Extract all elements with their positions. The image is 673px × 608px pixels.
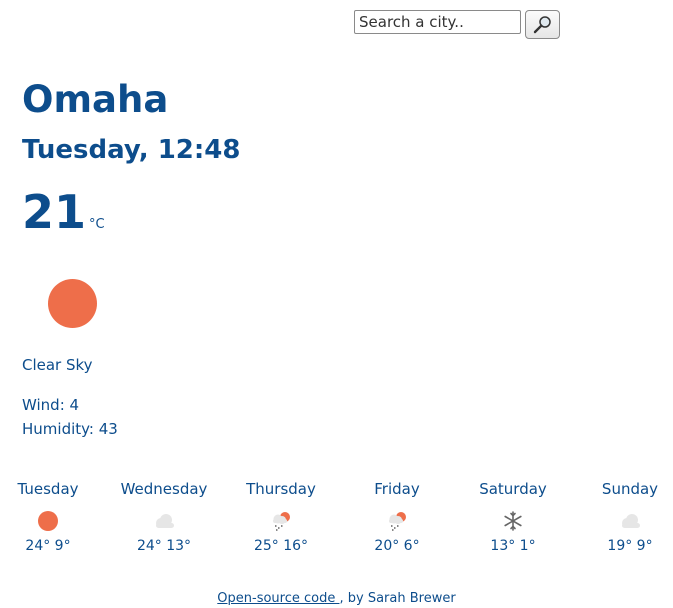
city-name: Omaha — [22, 78, 169, 121]
forecast-temps: 24° 13° — [136, 538, 192, 554]
forecast-day-name: Sunday — [601, 480, 659, 498]
forecast-day: Wednesday 24° 13° — [109, 480, 219, 554]
forecast-day-name: Thursday — [246, 480, 316, 498]
forecast-temps: 20° 6° — [374, 538, 420, 554]
search-button[interactable] — [525, 10, 560, 39]
cloud-icon — [622, 514, 640, 528]
forecast-day-name: Friday — [374, 480, 420, 498]
temperature-unit: °C — [89, 217, 105, 232]
footer: Open-source code , by Sarah Brewer — [0, 591, 673, 606]
forecast-day: Friday 20° 6° — [342, 480, 452, 554]
forecast: Tuesday 24° 9° Wednesday 24° 13° Thursda… — [0, 480, 673, 570]
footer-credit: , by Sarah Brewer — [339, 591, 456, 606]
sun-icon — [38, 511, 58, 531]
date-time: Tuesday, 12:48 — [22, 135, 241, 165]
magnifier-icon — [533, 15, 551, 33]
humidity: Humidity: 43 — [22, 420, 118, 438]
forecast-day: Sunday 19° 9° — [575, 480, 673, 554]
forecast-temps: 24° 9° — [25, 538, 71, 554]
wind-speed: Wind: 4 — [22, 396, 80, 414]
source-code-link[interactable]: Open-source code — [217, 591, 339, 606]
sun-icon — [48, 279, 97, 328]
weather-description: Clear Sky — [22, 356, 93, 374]
forecast-temps: 25° 16° — [253, 538, 309, 554]
search-form — [354, 10, 560, 39]
rain-sun-icon — [389, 512, 406, 531]
snowflake-icon — [504, 511, 522, 531]
forecast-day-name: Tuesday — [17, 480, 79, 498]
forecast-day: Tuesday 24° 9° — [0, 480, 103, 554]
forecast-temps: 13° 1° — [490, 538, 536, 554]
rain-sun-icon — [273, 512, 290, 531]
forecast-day-name: Saturday — [479, 480, 547, 498]
search-input[interactable] — [354, 10, 521, 34]
forecast-temps: 19° 9° — [607, 538, 653, 554]
temperature-value: 21 — [22, 185, 87, 239]
forecast-day: Thursday 25° 16° — [226, 480, 336, 554]
current-temperature: 21 °C — [22, 186, 105, 238]
cloud-icon — [156, 514, 174, 528]
forecast-day-name: Wednesday — [120, 480, 208, 498]
forecast-day: Saturday 13° 1° — [458, 480, 568, 554]
